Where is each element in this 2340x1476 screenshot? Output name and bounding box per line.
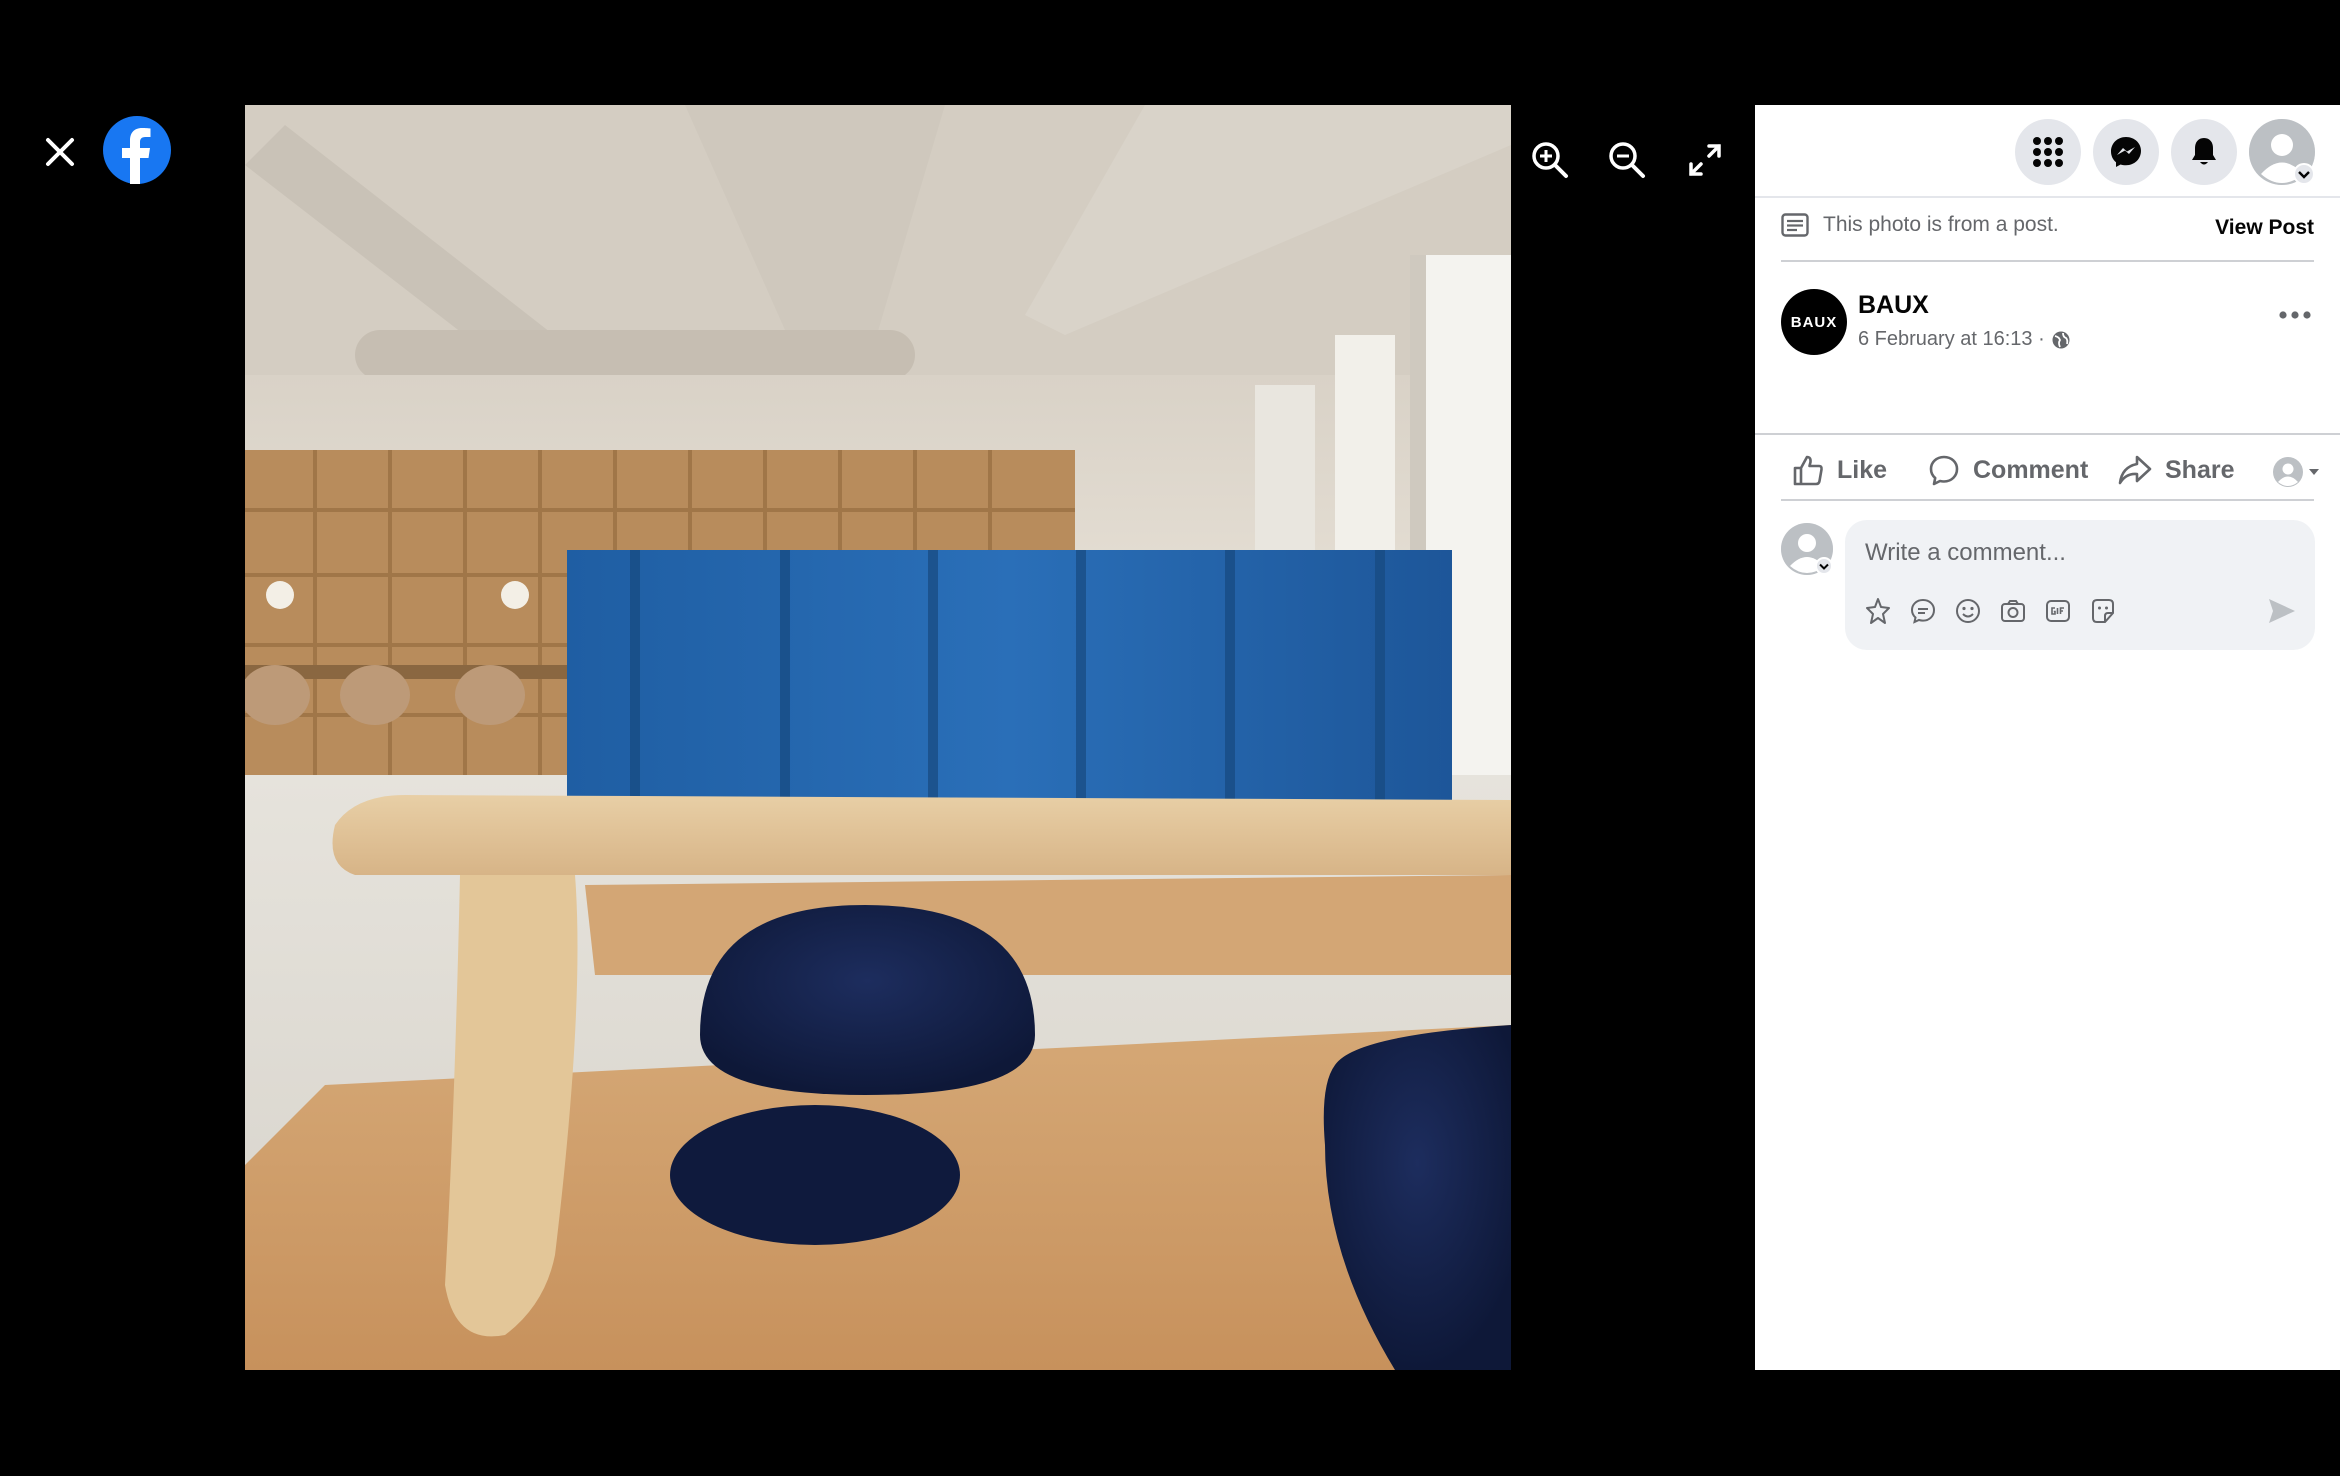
- more-options-icon: [2279, 311, 2311, 319]
- post-timestamp[interactable]: 6 February at 16:13 ·: [1858, 328, 2071, 351]
- comment-label: Comment: [1973, 455, 2089, 484]
- comment-input[interactable]: [1863, 532, 2297, 574]
- header-divider: [1755, 196, 2340, 198]
- globe-icon: [2052, 331, 2070, 348]
- view-post-link[interactable]: View Post: [2215, 216, 2314, 240]
- zoom-in-icon: [1532, 142, 1568, 178]
- gif-icon[interactable]: [2043, 596, 2073, 626]
- timestamp-text: 6 February at 16:13 ·: [1858, 328, 2045, 350]
- post-source-note: This photo is from a post.: [1781, 213, 2059, 237]
- emoji-icon[interactable]: [1953, 596, 1983, 626]
- post-photo[interactable]: [245, 105, 1511, 1370]
- account-icon: [1781, 523, 1833, 575]
- send-icon[interactable]: [2265, 594, 2299, 628]
- office-scene-image: [245, 105, 1511, 1370]
- share-button[interactable]: Share: [2117, 441, 2234, 499]
- notifications-button[interactable]: [2171, 119, 2237, 185]
- fullscreen-icon: [1689, 144, 1721, 176]
- post-side-panel: This photo is from a post. View Post BAU…: [1755, 105, 2340, 1370]
- sticker-icon[interactable]: [2088, 596, 2118, 626]
- post-icon: [1781, 213, 1809, 237]
- reaction-profile-selector[interactable]: [2273, 457, 2321, 487]
- facebook-logo-icon: [122, 128, 151, 184]
- menu-button[interactable]: [2015, 119, 2081, 185]
- commenter-avatar[interactable]: [1781, 523, 1833, 575]
- zoom-out-icon: [1609, 142, 1645, 178]
- post-actions: Like Comment Share: [1755, 441, 2340, 499]
- page-avatar[interactable]: BAUX: [1781, 289, 1847, 355]
- bell-icon: [2192, 138, 2216, 165]
- chat-icon[interactable]: [1908, 596, 1938, 626]
- more-options-button[interactable]: [2275, 305, 2315, 325]
- camera-icon[interactable]: [1998, 596, 2028, 626]
- account-icon: [2249, 119, 2315, 185]
- zoom-out-button[interactable]: [1605, 138, 1649, 182]
- share-label: Share: [2165, 455, 2235, 484]
- actions-top-divider: [1755, 433, 2340, 435]
- fullscreen-button[interactable]: [1683, 138, 1727, 182]
- share-icon: [2118, 455, 2152, 485]
- messenger-button[interactable]: [2093, 119, 2159, 185]
- like-label: Like: [1837, 455, 1888, 484]
- facebook-logo[interactable]: [103, 116, 171, 184]
- post-source-text: This photo is from a post.: [1823, 213, 2059, 236]
- comment-composer: [1845, 520, 2315, 650]
- actions-bottom-divider: [1781, 499, 2314, 501]
- close-button[interactable]: [38, 130, 82, 174]
- like-icon: [1793, 455, 1823, 486]
- caret-down-icon: [2309, 469, 2319, 475]
- zoom-in-button[interactable]: [1528, 138, 1572, 182]
- like-button[interactable]: Like: [1791, 441, 1887, 499]
- profile-icon: [2273, 457, 2303, 487]
- note-divider: [1781, 260, 2314, 262]
- menu-grid-icon: [2033, 137, 2063, 167]
- comment-icon: [1929, 455, 1959, 486]
- avatar-sticker-icon[interactable]: [1863, 596, 1893, 626]
- comment-button[interactable]: Comment: [1927, 441, 2088, 499]
- messenger-icon: [2111, 137, 2141, 167]
- close-icon: [46, 138, 74, 166]
- account-button[interactable]: [2249, 119, 2315, 185]
- page-name[interactable]: BAUX: [1858, 291, 1929, 320]
